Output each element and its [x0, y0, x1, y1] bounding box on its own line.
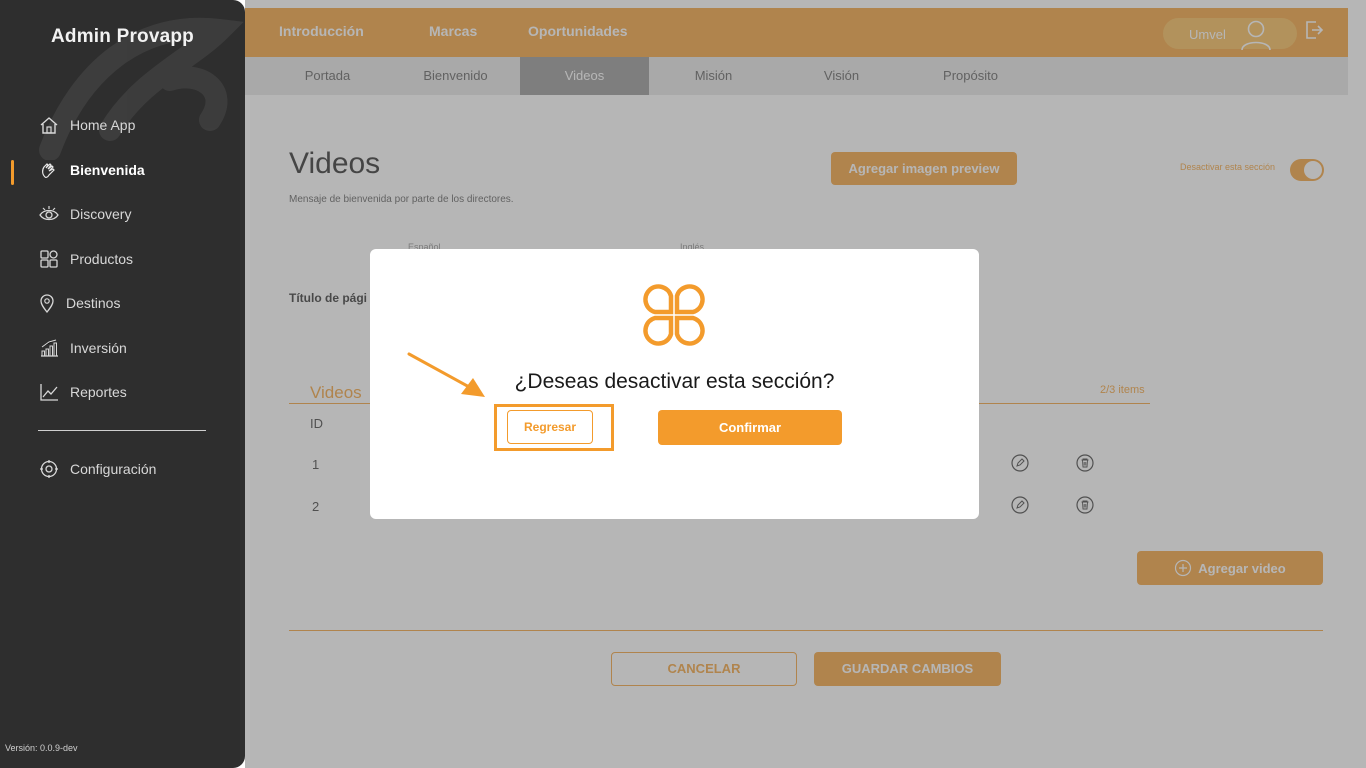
sidebar-item-bienvenida[interactable]: Bienvenida	[38, 157, 145, 183]
grid-shapes-icon	[38, 248, 60, 270]
sidebar-divider	[38, 430, 206, 431]
sidebar-item-discovery[interactable]: Discovery	[38, 201, 131, 227]
app-brand: Admin Provapp	[50, 26, 194, 47]
sidebar-item-label: Inversión	[70, 340, 127, 356]
sidebar-item-label: Reportes	[70, 384, 127, 400]
sidebar-item-label: Home App	[70, 117, 136, 133]
eye-icon	[38, 203, 60, 225]
sidebar-item-label: Destinos	[66, 295, 121, 311]
sidebar-item-configuracion[interactable]: Configuración	[38, 456, 156, 482]
sidebar-item-home-app[interactable]: Home App	[38, 112, 135, 138]
highlight-box	[494, 404, 614, 451]
sidebar: Admin Provapp Home App Bienvenida Discov…	[0, 0, 245, 768]
confirm-button[interactable]: Confirmar	[658, 410, 842, 445]
active-indicator	[11, 160, 14, 185]
bar-chart-icon	[38, 337, 60, 359]
sidebar-item-label: Discovery	[70, 206, 132, 222]
sidebar-item-label: Configuración	[70, 461, 157, 477]
sidebar-item-productos[interactable]: Productos	[38, 246, 133, 272]
annotation-arrow-icon	[407, 352, 485, 397]
gear-icon	[38, 458, 60, 480]
sidebar-item-destinos[interactable]: Destinos	[38, 290, 120, 316]
home-icon	[38, 114, 60, 136]
sidebar-item-inversion[interactable]: Inversión	[38, 335, 127, 361]
sidebar-item-label: Bienvenida	[70, 162, 145, 178]
hand-wave-icon	[38, 159, 60, 181]
map-pin-icon	[38, 292, 56, 314]
clover-logo-icon	[640, 281, 708, 354]
app-version: Versión: 0.0.9-dev	[5, 743, 78, 753]
line-chart-icon	[38, 381, 60, 403]
sidebar-item-reportes[interactable]: Reportes	[38, 379, 127, 405]
sidebar-item-label: Productos	[70, 251, 134, 267]
